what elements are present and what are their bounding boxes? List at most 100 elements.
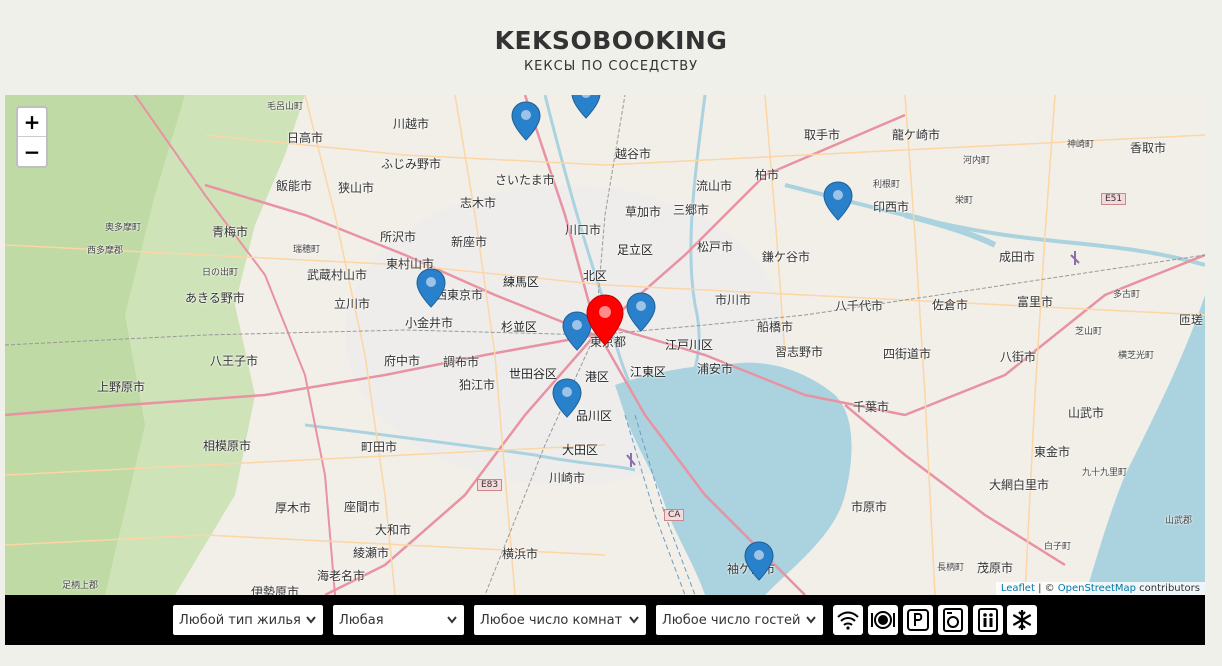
place-label: 市川市 xyxy=(715,293,752,307)
price-value: Любая xyxy=(339,612,384,628)
place-label: 佐倉市 xyxy=(932,298,969,312)
feature-dishwasher-toggle[interactable] xyxy=(868,605,898,635)
place-label: 山武郡 xyxy=(1165,516,1193,526)
place-label: 多古町 xyxy=(1113,290,1141,300)
map-pin-icon[interactable] xyxy=(552,378,582,418)
tagline: КЕКСЫ ПО СОСЕДСТВУ xyxy=(523,59,699,74)
guests-select[interactable]: Любое число гостей xyxy=(656,605,823,635)
place-label: 世田谷区 xyxy=(509,367,558,381)
road-shield: CA xyxy=(664,509,685,521)
road-shield: E51 xyxy=(1101,193,1127,205)
zoom-in-button[interactable]: + xyxy=(18,108,46,137)
page-header: KEKSOBOOKING КЕКСЫ ПО СОСЕДСТВУ xyxy=(0,0,1222,95)
place-label: 伊勢原市 xyxy=(251,585,300,595)
place-label: 日の出町 xyxy=(202,268,239,278)
map-pin-icon[interactable] xyxy=(571,95,601,119)
place-label: 越谷市 xyxy=(615,147,652,161)
snowflake-icon xyxy=(1012,610,1032,630)
price-select[interactable]: Любая xyxy=(333,605,464,635)
washer-icon xyxy=(943,608,963,632)
place-label: 志木市 xyxy=(460,196,497,210)
housing-type-select[interactable]: Любой тип жилья xyxy=(173,605,323,635)
place-label: 調布市 xyxy=(443,355,480,369)
place-label: 日高市 xyxy=(287,131,324,145)
map-pin-icon[interactable] xyxy=(511,101,541,141)
place-label: 飯能市 xyxy=(276,179,313,193)
chevron-down-icon xyxy=(806,616,816,624)
place-label: 成田市 xyxy=(999,250,1036,264)
place-label: 狭山市 xyxy=(338,181,375,195)
place-label: ふじみ野市 xyxy=(381,157,442,171)
place-label: 川越市 xyxy=(393,117,430,131)
feature-parking-toggle[interactable] xyxy=(903,605,933,635)
place-label: 東金市 xyxy=(1034,445,1071,459)
map-pin-icon[interactable] xyxy=(626,292,656,332)
rooms-select[interactable]: Любое число комнат xyxy=(474,605,646,635)
place-label: 座間市 xyxy=(344,500,381,514)
place-label: 大田区 xyxy=(562,443,599,457)
place-label: 狛江市 xyxy=(459,378,496,392)
place-label: 龍ケ崎市 xyxy=(892,128,941,142)
place-label: 大網白里市 xyxy=(989,478,1050,492)
attribution-separator: | © xyxy=(1034,583,1058,594)
chevron-down-icon xyxy=(629,616,639,624)
place-label: 府中市 xyxy=(384,354,421,368)
place-label: 市原市 xyxy=(851,500,888,514)
place-label: 香取市 xyxy=(1130,141,1167,155)
osm-link[interactable]: OpenStreetMap xyxy=(1058,583,1136,594)
place-label: 武蔵村山市 xyxy=(307,268,368,282)
place-label: 浦安市 xyxy=(697,362,734,376)
feature-conditioner-toggle[interactable] xyxy=(1007,605,1037,635)
place-label: 海老名市 xyxy=(317,569,366,583)
place-label: 横芝光町 xyxy=(1118,351,1155,361)
place-label: 白子町 xyxy=(1044,542,1072,552)
place-label: 八街市 xyxy=(1000,350,1037,364)
map[interactable]: + − 毛呂山町 川越市 日高市 ふじみ野市 飯能市 狭山市 志木市 さいたま市… xyxy=(5,95,1205,595)
chevron-down-icon xyxy=(306,616,316,624)
place-label: あきる野市 xyxy=(185,291,245,305)
map-attribution: Leaflet | © OpenStreetMap contributors xyxy=(995,582,1205,595)
place-label: 習志野市 xyxy=(775,345,824,359)
place-label: 船橋市 xyxy=(757,320,794,334)
chevron-down-icon xyxy=(447,616,457,624)
place-label: 三郷市 xyxy=(673,203,710,217)
feature-wifi-toggle[interactable] xyxy=(833,605,863,635)
feature-washer-toggle[interactable] xyxy=(938,605,968,635)
place-label: 川崎市 xyxy=(549,471,586,485)
leaflet-link[interactable]: Leaflet xyxy=(1001,583,1035,594)
place-label: 青梅市 xyxy=(212,225,249,239)
place-label: 匝瑳 xyxy=(1179,313,1204,327)
wifi-icon xyxy=(837,611,859,630)
filters-bar: Любой тип жилья Любая Любое число комнат… xyxy=(5,595,1205,645)
zoom-out-button[interactable]: − xyxy=(18,137,46,166)
housing-type-value: Любой тип жилья xyxy=(179,612,301,628)
place-label: 八千代市 xyxy=(835,299,884,313)
map-pin-icon[interactable] xyxy=(744,541,774,581)
map-pin-icon[interactable] xyxy=(823,181,853,221)
place-label: 小金井市 xyxy=(405,316,454,330)
place-label: 印西市 xyxy=(873,200,910,214)
map-pin-icon[interactable] xyxy=(416,268,446,308)
place-label: 上野原市 xyxy=(97,380,146,394)
place-label: 川口市 xyxy=(565,223,602,237)
place-label: 利根町 xyxy=(873,180,901,190)
place-label: 江東区 xyxy=(630,365,667,379)
place-label: 松戸市 xyxy=(697,240,734,254)
place-label: 西多摩郡 xyxy=(87,246,124,256)
place-label: 柏市 xyxy=(755,168,780,182)
map-pin-main-icon[interactable] xyxy=(586,294,624,346)
place-label: 綾瀬市 xyxy=(353,546,390,560)
attribution-suffix: contributors xyxy=(1136,583,1200,594)
place-label: 毛呂山町 xyxy=(267,102,304,112)
feature-elevator-toggle[interactable] xyxy=(973,605,1003,635)
place-label: 四街道市 xyxy=(883,347,932,361)
place-label: 厚木市 xyxy=(275,501,312,515)
place-label: 足立区 xyxy=(617,243,654,257)
place-label: 奥多摩町 xyxy=(105,223,142,233)
place-label: 鎌ケ谷市 xyxy=(762,250,811,264)
place-label: 山武市 xyxy=(1068,406,1105,420)
dishwasher-icon xyxy=(871,611,895,629)
place-label: 芝山町 xyxy=(1075,327,1103,337)
place-label: 町田市 xyxy=(361,440,398,454)
place-label: 富里市 xyxy=(1017,295,1054,309)
